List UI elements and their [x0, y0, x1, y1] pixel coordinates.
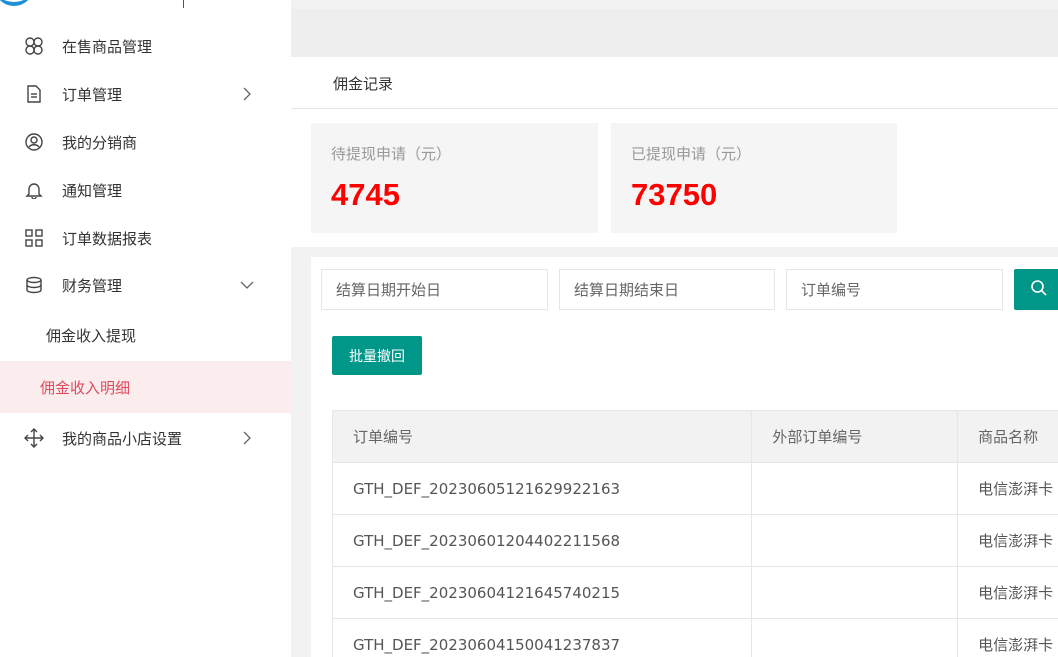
stat-label: 待提现申请（元）	[331, 145, 452, 163]
search-icon	[1030, 279, 1048, 301]
table-cell: GTH_DEF_20230604150041237837	[333, 619, 753, 657]
stat-value: 73750	[631, 177, 718, 212]
clover-icon	[24, 36, 44, 56]
chevron-right-icon	[240, 431, 254, 445]
logo	[0, 0, 34, 6]
end-date-input[interactable]	[574, 280, 774, 299]
stats-area: 待提现申请（元） 4745 已提现申请（元） 73750	[291, 109, 1058, 247]
table-header-row: 订单编号 外部订单编号 商品名称	[333, 411, 1058, 463]
table-cell	[752, 515, 959, 566]
table-cell: 电信澎湃卡	[978, 532, 1054, 550]
sidebar-subitem-withdraw[interactable]: 佣金收入提现	[0, 309, 291, 361]
table-row[interactable]: GTH_DEF_20230605121629922163 电信澎湃卡	[333, 463, 1058, 515]
bell-icon	[24, 180, 44, 200]
top-bar	[291, 9, 1058, 57]
stat-label: 已提现申请（元）	[631, 145, 752, 163]
table-cell: GTH_DEF_20230605121629922163	[333, 463, 753, 514]
stat-card-pending: 待提现申请（元） 4745	[311, 123, 598, 233]
content-panel: 批量撤回 订单编号 外部订单编号 商品名称 GTH_DEF_2023060512…	[311, 257, 1058, 657]
breadcrumb-bar: 佣金记录	[291, 57, 1058, 109]
document-icon	[24, 84, 44, 104]
breadcrumb: 佣金记录	[333, 75, 394, 93]
stat-card-withdrawn: 已提现申请（元） 73750	[611, 123, 897, 233]
grid-icon	[24, 228, 44, 248]
sidebar-item-label: 我的商品小店设置	[62, 429, 183, 448]
batch-revoke-button[interactable]: 批量撤回	[332, 336, 422, 375]
table-cell	[752, 463, 959, 514]
sidebar-item-label: 我的分销商	[62, 133, 138, 152]
sidebar-item-orders[interactable]: 订单管理	[0, 70, 291, 118]
sidebar-item-shop-settings[interactable]: 我的商品小店设置	[0, 414, 291, 462]
table-cell: 电信澎湃卡	[978, 584, 1054, 602]
chevron-right-icon	[240, 87, 254, 101]
logo-divider	[183, 0, 184, 8]
database-icon	[24, 275, 44, 295]
sidebar-item-label: 订单管理	[62, 85, 123, 104]
table-row[interactable]: GTH_DEF_20230604150041237837 电信澎湃卡	[333, 619, 1058, 657]
table-cell	[752, 619, 959, 657]
table-row[interactable]: GTH_DEF_20230604121645740215 电信澎湃卡	[333, 567, 1058, 619]
start-date-field[interactable]	[321, 269, 548, 310]
sidebar-item-finance[interactable]: 财务管理	[0, 261, 291, 309]
user-circle-icon	[24, 132, 44, 152]
order-number-field[interactable]	[786, 269, 1003, 310]
table-cell	[752, 567, 959, 618]
sidebar-item-notifications[interactable]: 通知管理	[0, 166, 291, 214]
sidebar-item-label: 财务管理	[62, 276, 123, 295]
sidebar-item-order-report[interactable]: 订单数据报表	[0, 214, 291, 262]
sidebar-item-on-sale[interactable]: 在售商品管理	[0, 22, 291, 70]
order-number-input[interactable]	[801, 280, 1002, 299]
sidebar-subitem-label: 佣金收入明细	[40, 378, 131, 397]
sidebar-item-distributors[interactable]: 我的分销商	[0, 118, 291, 166]
sidebar-item-label: 订单数据报表	[62, 229, 153, 248]
column-header[interactable]: 外部订单编号	[752, 411, 959, 462]
sidebar-item-label: 通知管理	[62, 181, 123, 200]
sidebar-item-label: 在售商品管理	[62, 37, 153, 56]
table-cell: 电信澎湃卡	[978, 480, 1054, 498]
move-icon	[24, 428, 44, 448]
start-date-input[interactable]	[336, 280, 547, 299]
table-cell: GTH_DEF_20230601204402211568	[333, 515, 753, 566]
column-header[interactable]: 订单编号	[333, 411, 753, 462]
table-cell: 电信澎湃卡	[978, 636, 1054, 654]
chevron-down-icon	[240, 278, 254, 292]
end-date-field[interactable]	[559, 269, 775, 310]
table-cell: GTH_DEF_20230604121645740215	[333, 567, 753, 618]
sidebar-subitem-commission-detail[interactable]: 佣金收入明细	[0, 361, 291, 413]
stat-value: 4745	[331, 177, 400, 212]
column-header[interactable]: 商品名称	[958, 411, 1058, 462]
commission-table: 订单编号 外部订单编号 商品名称 GTH_DEF_202306051216299…	[332, 410, 1058, 657]
sidebar: 在售商品管理 订单管理 我的分销商 通知管理 订单数据报表 财务管理 佣金收入提…	[0, 0, 291, 657]
search-button[interactable]	[1014, 269, 1058, 310]
sidebar-subitem-label: 佣金收入提现	[46, 326, 137, 345]
table-row[interactable]: GTH_DEF_20230601204402211568 电信澎湃卡	[333, 515, 1058, 567]
